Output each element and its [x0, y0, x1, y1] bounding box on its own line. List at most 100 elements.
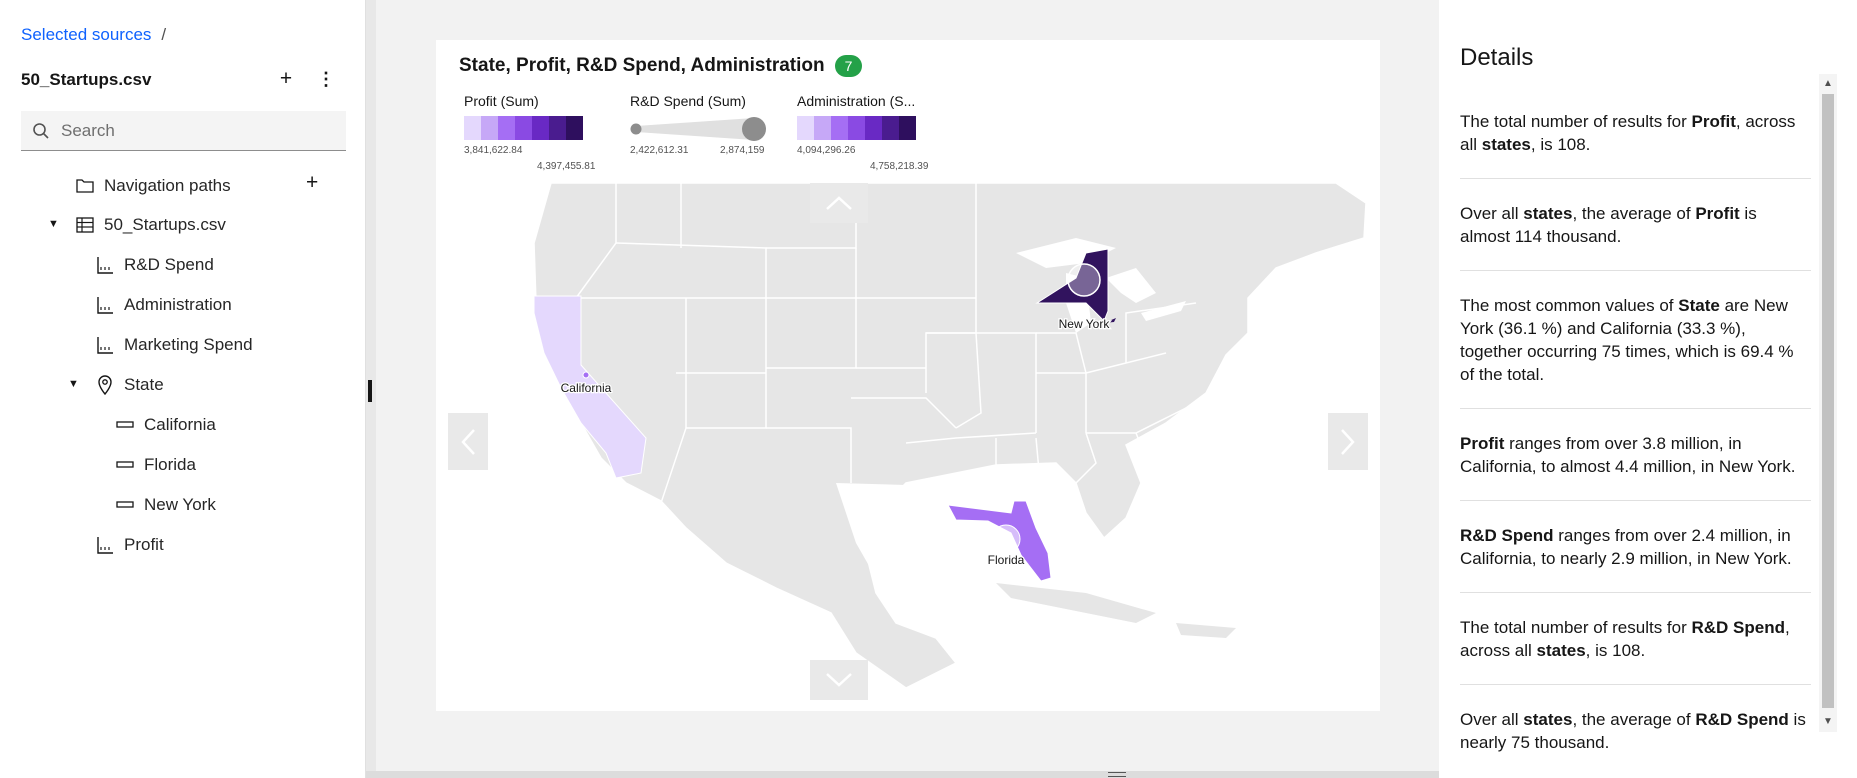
source-title: 50_Startups.csv — [21, 70, 152, 89]
legend-swatch — [865, 116, 882, 140]
details-scrollbar-thumb[interactable] — [1822, 94, 1834, 708]
insight-text: ranges from over 3.8 million, in Califor… — [1460, 434, 1796, 476]
visualization-title: State, Profit, R&D Spend, Administration… — [459, 55, 863, 77]
map-label-florida: Florida — [988, 553, 1025, 567]
insight-text: , is 108. — [1585, 641, 1646, 660]
tree-item-label: Administration — [124, 295, 232, 314]
tree-item-label: New York — [144, 495, 216, 514]
legend-swatch — [899, 116, 916, 140]
insight-text: The total number of results for — [1460, 618, 1692, 637]
legend-rd-min: 2,422,612.31 — [630, 145, 689, 156]
tree-item-rd-spend[interactable]: R&D Spend — [94, 252, 214, 278]
tree-item-label: Marketing Spend — [124, 335, 253, 354]
map-bubble-california[interactable] — [582, 371, 590, 379]
tree-item-state[interactable]: State — [94, 372, 164, 398]
location-pin-icon — [94, 374, 116, 396]
insight-item: Over all states, the average of R&D Spen… — [1460, 685, 1811, 776]
sidebar-resize-handle[interactable] — [368, 380, 372, 402]
tree-item-marketing-spend[interactable]: Marketing Spend — [94, 332, 253, 358]
map-label-new-york: New York — [1059, 317, 1111, 331]
insight-emphasis: states — [1481, 135, 1531, 154]
scroll-up-arrow-icon[interactable]: ▲ — [1822, 78, 1834, 89]
measure-icon — [94, 254, 116, 276]
map-label-california: California — [561, 381, 612, 395]
legend-swatch — [797, 116, 814, 140]
legend-swatch — [549, 116, 566, 140]
breadcrumb: Selected sources / — [21, 25, 166, 45]
insight-item: Profit ranges from over 3.8 million, in … — [1460, 409, 1811, 501]
measure-icon — [94, 534, 116, 556]
tree-item-california[interactable]: California — [114, 412, 216, 438]
insight-emphasis: State — [1678, 296, 1720, 315]
insight-item: R&D Spend ranges from over 2.4 million, … — [1460, 501, 1811, 593]
legend-swatch — [515, 116, 532, 140]
breadcrumb-selected-sources-link[interactable]: Selected sources — [21, 25, 151, 44]
legend-profit-label: Profit (Sum) — [464, 93, 539, 109]
folder-icon — [74, 175, 96, 197]
insight-emphasis: R&D Spend — [1691, 618, 1786, 637]
scroll-down-arrow-icon[interactable]: ▼ — [1822, 716, 1834, 727]
details-title: Details — [1460, 44, 1534, 71]
tree-item-administration[interactable]: Administration — [94, 292, 232, 318]
insight-emphasis: states — [1523, 710, 1573, 729]
caret-down-icon[interactable]: ▼ — [48, 218, 59, 230]
legend-swatch — [498, 116, 515, 140]
count-badge[interactable]: 7 — [834, 55, 863, 77]
tree-item-label: State — [124, 375, 164, 394]
details-panel: Details The total number of results for … — [1439, 0, 1857, 778]
member-icon — [114, 494, 136, 516]
insight-emphasis: states — [1523, 204, 1573, 223]
tree-item-profit[interactable]: Profit — [94, 532, 164, 558]
add-navigation-path-button[interactable]: + — [306, 171, 318, 195]
insight-emphasis: states — [1536, 641, 1586, 660]
insight-text: Over all — [1460, 710, 1524, 729]
table-icon — [74, 214, 96, 236]
insight-emphasis: Profit — [1460, 434, 1505, 453]
legend-rd-size-scale — [630, 117, 766, 141]
insight-text: , the average of — [1572, 710, 1696, 729]
insight-item: The most common values of State are New … — [1460, 271, 1811, 409]
legend-swatch — [882, 116, 899, 140]
member-icon — [114, 454, 136, 476]
map-bubble-new-york[interactable] — [1067, 263, 1101, 297]
pan-up-button[interactable] — [810, 183, 868, 223]
legend-administration-label: Administration (S... — [797, 93, 916, 109]
search-icon — [33, 123, 49, 139]
us-state-map[interactable]: California Florida New York — [436, 183, 1380, 703]
measure-icon — [94, 334, 116, 356]
measure-icon — [94, 294, 116, 316]
tree-item-florida[interactable]: Florida — [114, 452, 196, 478]
chevron-down-icon — [826, 673, 852, 687]
insight-item: The total number of results for Profit , … — [1460, 88, 1811, 179]
caret-down-icon[interactable]: ▼ — [68, 378, 79, 390]
legend-swatch — [848, 116, 865, 140]
pan-left-button[interactable] — [448, 413, 488, 470]
chevron-right-icon — [1341, 428, 1355, 455]
tree-item-label: Navigation paths — [104, 176, 231, 195]
search-field — [21, 111, 346, 151]
add-source-button[interactable]: + — [276, 68, 296, 92]
tree-item-new-york[interactable]: New York — [114, 492, 216, 518]
tree-item-navigation-paths[interactable]: Navigation paths — [74, 173, 231, 199]
overflow-menu-button[interactable]: ⋮ — [316, 68, 336, 92]
tree-item-label: Profit — [124, 535, 164, 554]
legend-swatch — [464, 116, 481, 140]
insight-emphasis: R&D Spend — [1695, 710, 1789, 729]
insight-text: , is 108. — [1530, 135, 1591, 154]
legend-profit-max: 4,397,455.81 — [537, 161, 596, 172]
tree-item-dataset[interactable]: 50_Startups.csv — [74, 212, 226, 238]
insight-emphasis: Profit — [1695, 204, 1740, 223]
legend-swatch — [566, 116, 583, 140]
pan-right-button[interactable] — [1328, 413, 1368, 470]
member-icon — [114, 414, 136, 436]
visualization-title-text: State, Profit, R&D Spend, Administration — [459, 55, 825, 76]
search-input[interactable] — [61, 111, 331, 150]
map-bubble-florida[interactable] — [991, 524, 1021, 554]
pan-down-button[interactable] — [810, 660, 868, 700]
legend-administration-color-scale — [797, 116, 916, 140]
details-list: The total number of results for Profit , … — [1460, 88, 1811, 776]
splitter-grip-icon[interactable] — [1108, 772, 1126, 777]
insight-text: Over all — [1460, 204, 1524, 223]
insight-text: The total number of results for — [1460, 112, 1692, 131]
insight-emphasis: Profit — [1691, 112, 1736, 131]
